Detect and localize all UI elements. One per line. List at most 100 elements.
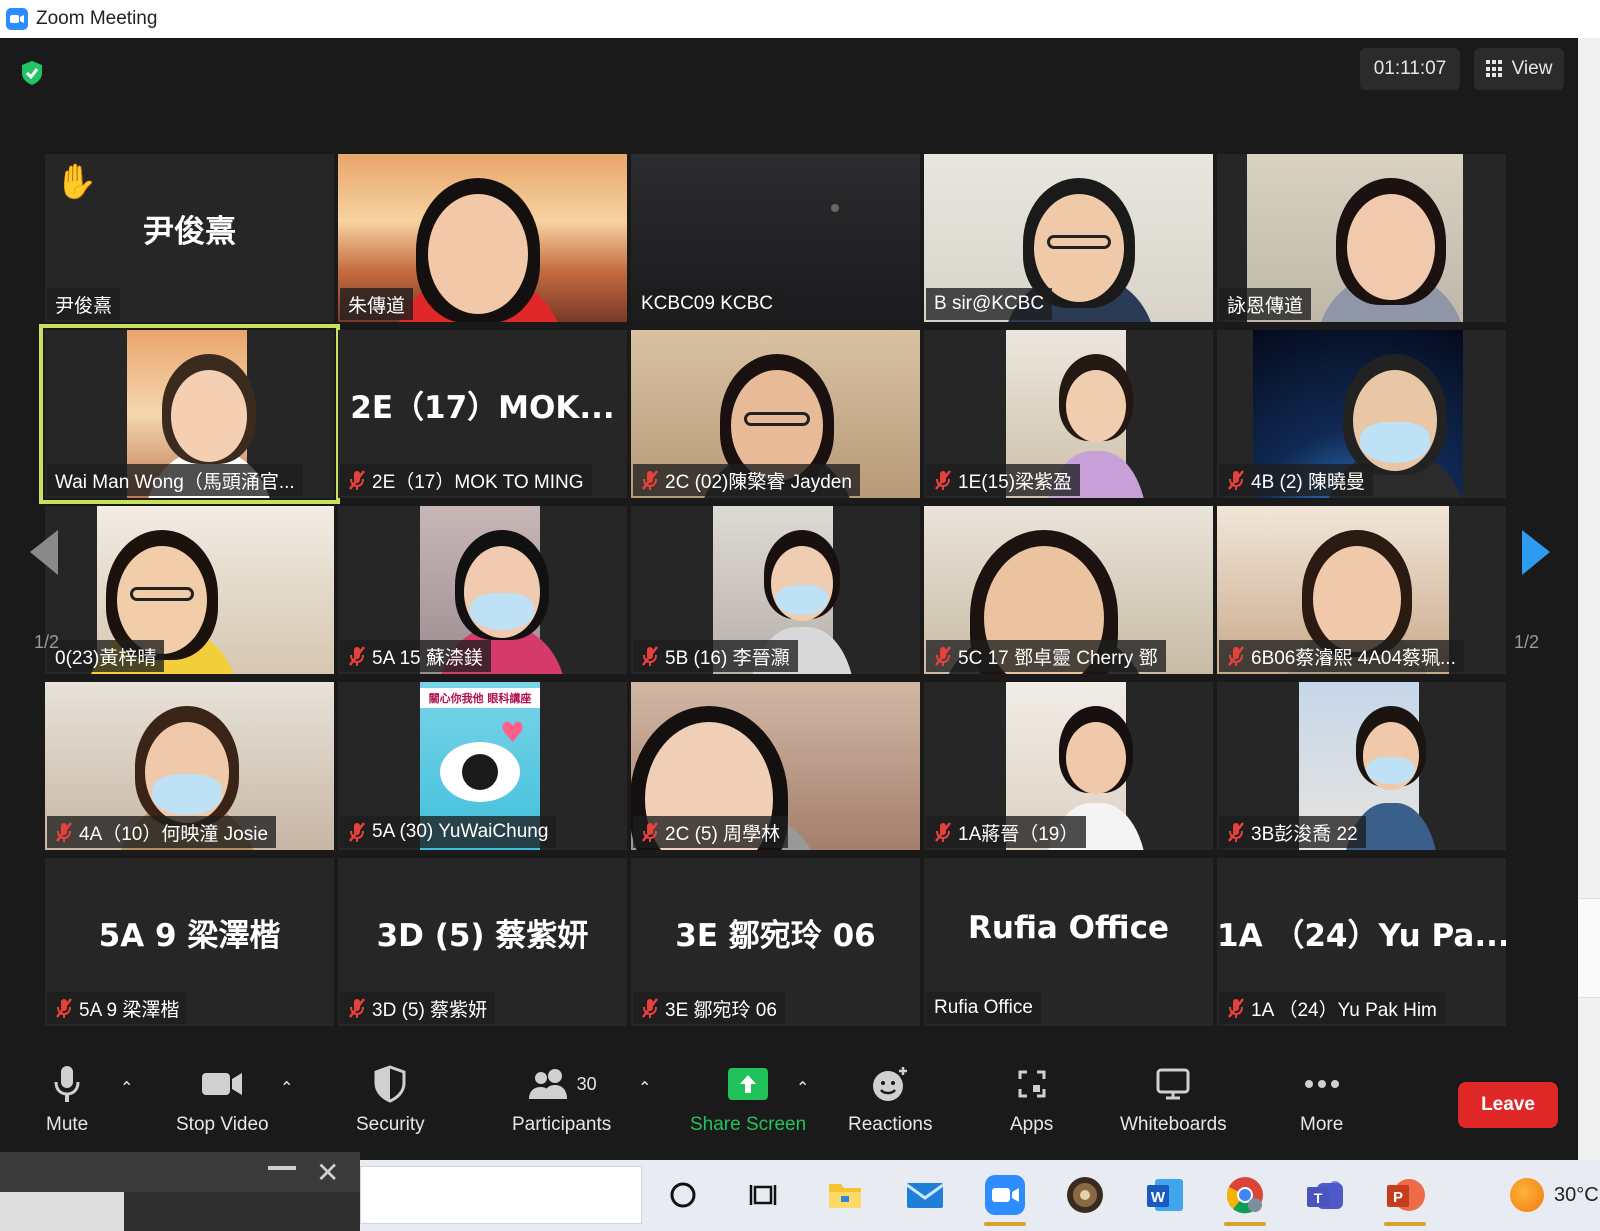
participant-tile[interactable]: 5A 9 梁澤楷 5A 9 梁澤楷: [45, 858, 334, 1026]
muted-mic-icon: [642, 822, 658, 842]
participant-tile[interactable]: 2C (02)陳檠睿 Jayden: [631, 330, 920, 498]
participant-count: 30: [576, 1073, 597, 1094]
participant-name-tag: 2E（17）MOK TO MING: [340, 464, 592, 496]
participant-name-tag: 尹俊熹: [47, 288, 121, 320]
reactions-label: Reactions: [848, 1114, 933, 1135]
powerpoint-icon[interactable]: P: [1380, 1170, 1430, 1226]
chrome-icon[interactable]: [1220, 1170, 1270, 1226]
participant-tile[interactable]: KCBC09 KCBC: [631, 154, 920, 322]
word-icon[interactable]: W: [1140, 1170, 1190, 1220]
teams-icon[interactable]: T: [1300, 1170, 1350, 1220]
participant-tile[interactable]: 尹俊熹 ✋ 尹俊熹: [45, 154, 334, 322]
participant-face: [1066, 370, 1126, 443]
zoom-taskbar-icon[interactable]: [980, 1170, 1030, 1226]
stop-video-button[interactable]: Stop Video: [176, 1060, 269, 1150]
participant-tile[interactable]: 4A（10）何映潼 Josie: [45, 682, 334, 850]
muted-mic-icon: [935, 822, 951, 842]
next-page-arrow-icon[interactable]: [1520, 530, 1550, 575]
taskbar-search-box[interactable]: [360, 1166, 642, 1224]
participant-face: [1313, 546, 1401, 652]
mute-button[interactable]: Mute: [46, 1060, 88, 1150]
face-mask: [775, 584, 829, 615]
task-view-icon[interactable]: [738, 1170, 788, 1220]
participant-name-label: 4B (2) 陳曉曼: [1251, 471, 1366, 493]
participant-name-tag: 5C 17 鄧卓靈 Cherry 鄧: [926, 640, 1166, 672]
face-mask: [151, 774, 223, 815]
muted-mic-icon: [349, 470, 365, 490]
reactions-button[interactable]: Reactions: [848, 1060, 933, 1150]
more-button[interactable]: More: [1300, 1060, 1343, 1150]
participant-tile[interactable]: 1A蔣晉（19）: [924, 682, 1213, 850]
participant-tile[interactable]: 關心你我他 眼科講座 ♥ 5A (30) YuWaiChung: [338, 682, 627, 850]
participant-tile[interactable]: 朱傳道: [338, 154, 627, 322]
participants-button[interactable]: 30 Participants: [512, 1060, 611, 1150]
participant-tile[interactable]: 3D (5) 蔡紫妍 3D (5) 蔡紫妍: [338, 858, 627, 1026]
video-camera-icon: [202, 1073, 243, 1095]
view-button[interactable]: View: [1474, 48, 1564, 90]
cortana-circle-icon[interactable]: [658, 1170, 708, 1220]
participant-name-tag: 4B (2) 陳曉曼: [1219, 464, 1374, 496]
participant-tile[interactable]: 0(23)黃梓晴: [45, 506, 334, 674]
participant-name-tag: 2C (5) 周學林: [633, 816, 789, 848]
page-indicator-right: 1/2: [1514, 632, 1540, 652]
participants-icon: [528, 1069, 567, 1099]
participant-tile[interactable]: 2C (5) 周學林: [631, 682, 920, 850]
participant-tile[interactable]: B sir@KCBC: [924, 154, 1213, 322]
participants-options-caret-icon[interactable]: ⌃: [638, 1078, 651, 1097]
meeting-toolbar: Mute ⌃ Stop Video ⌃ Security 30 Particip…: [0, 1048, 1578, 1160]
raised-hand-icon: ✋: [55, 162, 98, 202]
participant-tile[interactable]: 5C 17 鄧卓靈 Cherry 鄧: [924, 506, 1213, 674]
close-icon[interactable]: ✕: [316, 1156, 339, 1189]
apps-button[interactable]: Apps: [1010, 1060, 1053, 1150]
muted-mic-icon: [349, 646, 365, 666]
participant-tile[interactable]: 1A （24）Yu Pa... 1A （24）Yu Pak Him: [1217, 858, 1506, 1026]
participant-tile[interactable]: 6B06蔡濬熙 4A04蔡珮...: [1217, 506, 1506, 674]
participant-tile[interactable]: 3E 鄒宛玲 06 3E 鄒宛玲 06: [631, 858, 920, 1026]
participant-tile[interactable]: Rufia Office Rufia Office: [924, 858, 1213, 1026]
svg-text:P: P: [1393, 1189, 1403, 1206]
participant-tile[interactable]: 2E（17）MOK... 2E（17）MOK TO MING: [338, 330, 627, 498]
sun-weather-icon: [1510, 1178, 1544, 1212]
participant-tile[interactable]: 詠恩傳道: [1217, 154, 1506, 322]
previous-page-arrow-icon[interactable]: [30, 530, 60, 575]
participant-tile[interactable]: 5A 15 蘇渿鎂: [338, 506, 627, 674]
weather-widget[interactable]: 30°C: [1510, 1178, 1599, 1212]
audio-options-caret-icon[interactable]: ⌃: [120, 1078, 133, 1097]
page-indicator-left: 1/2: [34, 632, 60, 652]
security-button[interactable]: Security: [356, 1060, 425, 1150]
participant-name-label: 5A (30) YuWaiChung: [372, 821, 549, 842]
participant-tile[interactable]: Wai Man Wong（馬頭涌官...: [39, 324, 340, 504]
video-options-caret-icon[interactable]: ⌃: [280, 1078, 293, 1097]
participant-tile[interactable]: 1E(15)梁紫盈: [924, 330, 1213, 498]
zoom-logo-icon: [6, 8, 28, 30]
whiteboards-button[interactable]: Whiteboards: [1120, 1060, 1227, 1150]
participant-tile[interactable]: 4B (2) 陳曉曼: [1217, 330, 1506, 498]
participant-name-label: 5C 17 鄧卓靈 Cherry 鄧: [958, 647, 1158, 669]
participant-name-tag: 6B06蔡濬熙 4A04蔡珮...: [1219, 640, 1464, 672]
share-options-caret-icon[interactable]: ⌃: [796, 1078, 809, 1097]
background-window-edge: [1578, 38, 1600, 1160]
whiteboard-icon: [1156, 1068, 1190, 1100]
window-title: Zoom Meeting: [36, 8, 158, 29]
participant-name-tag: 3D (5) 蔡紫妍: [340, 992, 496, 1024]
participant-name-tag: 1E(15)梁紫盈: [926, 464, 1081, 496]
leave-button[interactable]: Leave: [1458, 1082, 1558, 1128]
svg-text:W: W: [1151, 1189, 1166, 1206]
participant-tile[interactable]: 3B彭浚喬 22: [1217, 682, 1506, 850]
share-screen-button[interactable]: Share Screen: [690, 1060, 806, 1150]
participant-name-label: 5B (16) 李晉灝: [665, 647, 790, 669]
participant-name-tag: KCBC09 KCBC: [633, 288, 781, 320]
mail-icon[interactable]: [900, 1170, 950, 1220]
file-explorer-icon[interactable]: [820, 1170, 870, 1220]
participant-tile[interactable]: 5B (16) 李晉灝: [631, 506, 920, 674]
participant-name-tag: 5B (16) 李晉灝: [633, 640, 798, 672]
participant-name-label: 3E 鄒宛玲 06: [665, 999, 777, 1021]
participant-name-tag: 5A (30) YuWaiChung: [340, 816, 557, 848]
stop-video-label: Stop Video: [176, 1114, 269, 1135]
participant-name-tag: 1A （24）Yu Pak Him: [1219, 992, 1445, 1024]
reactions-emoji-icon: [873, 1067, 908, 1101]
game-app-icon[interactable]: [1060, 1170, 1110, 1220]
participant-name-tag: 4A（10）何映潼 Josie: [47, 816, 277, 848]
minimize-icon[interactable]: [268, 1166, 296, 1170]
encryption-shield-icon[interactable]: [20, 60, 44, 86]
